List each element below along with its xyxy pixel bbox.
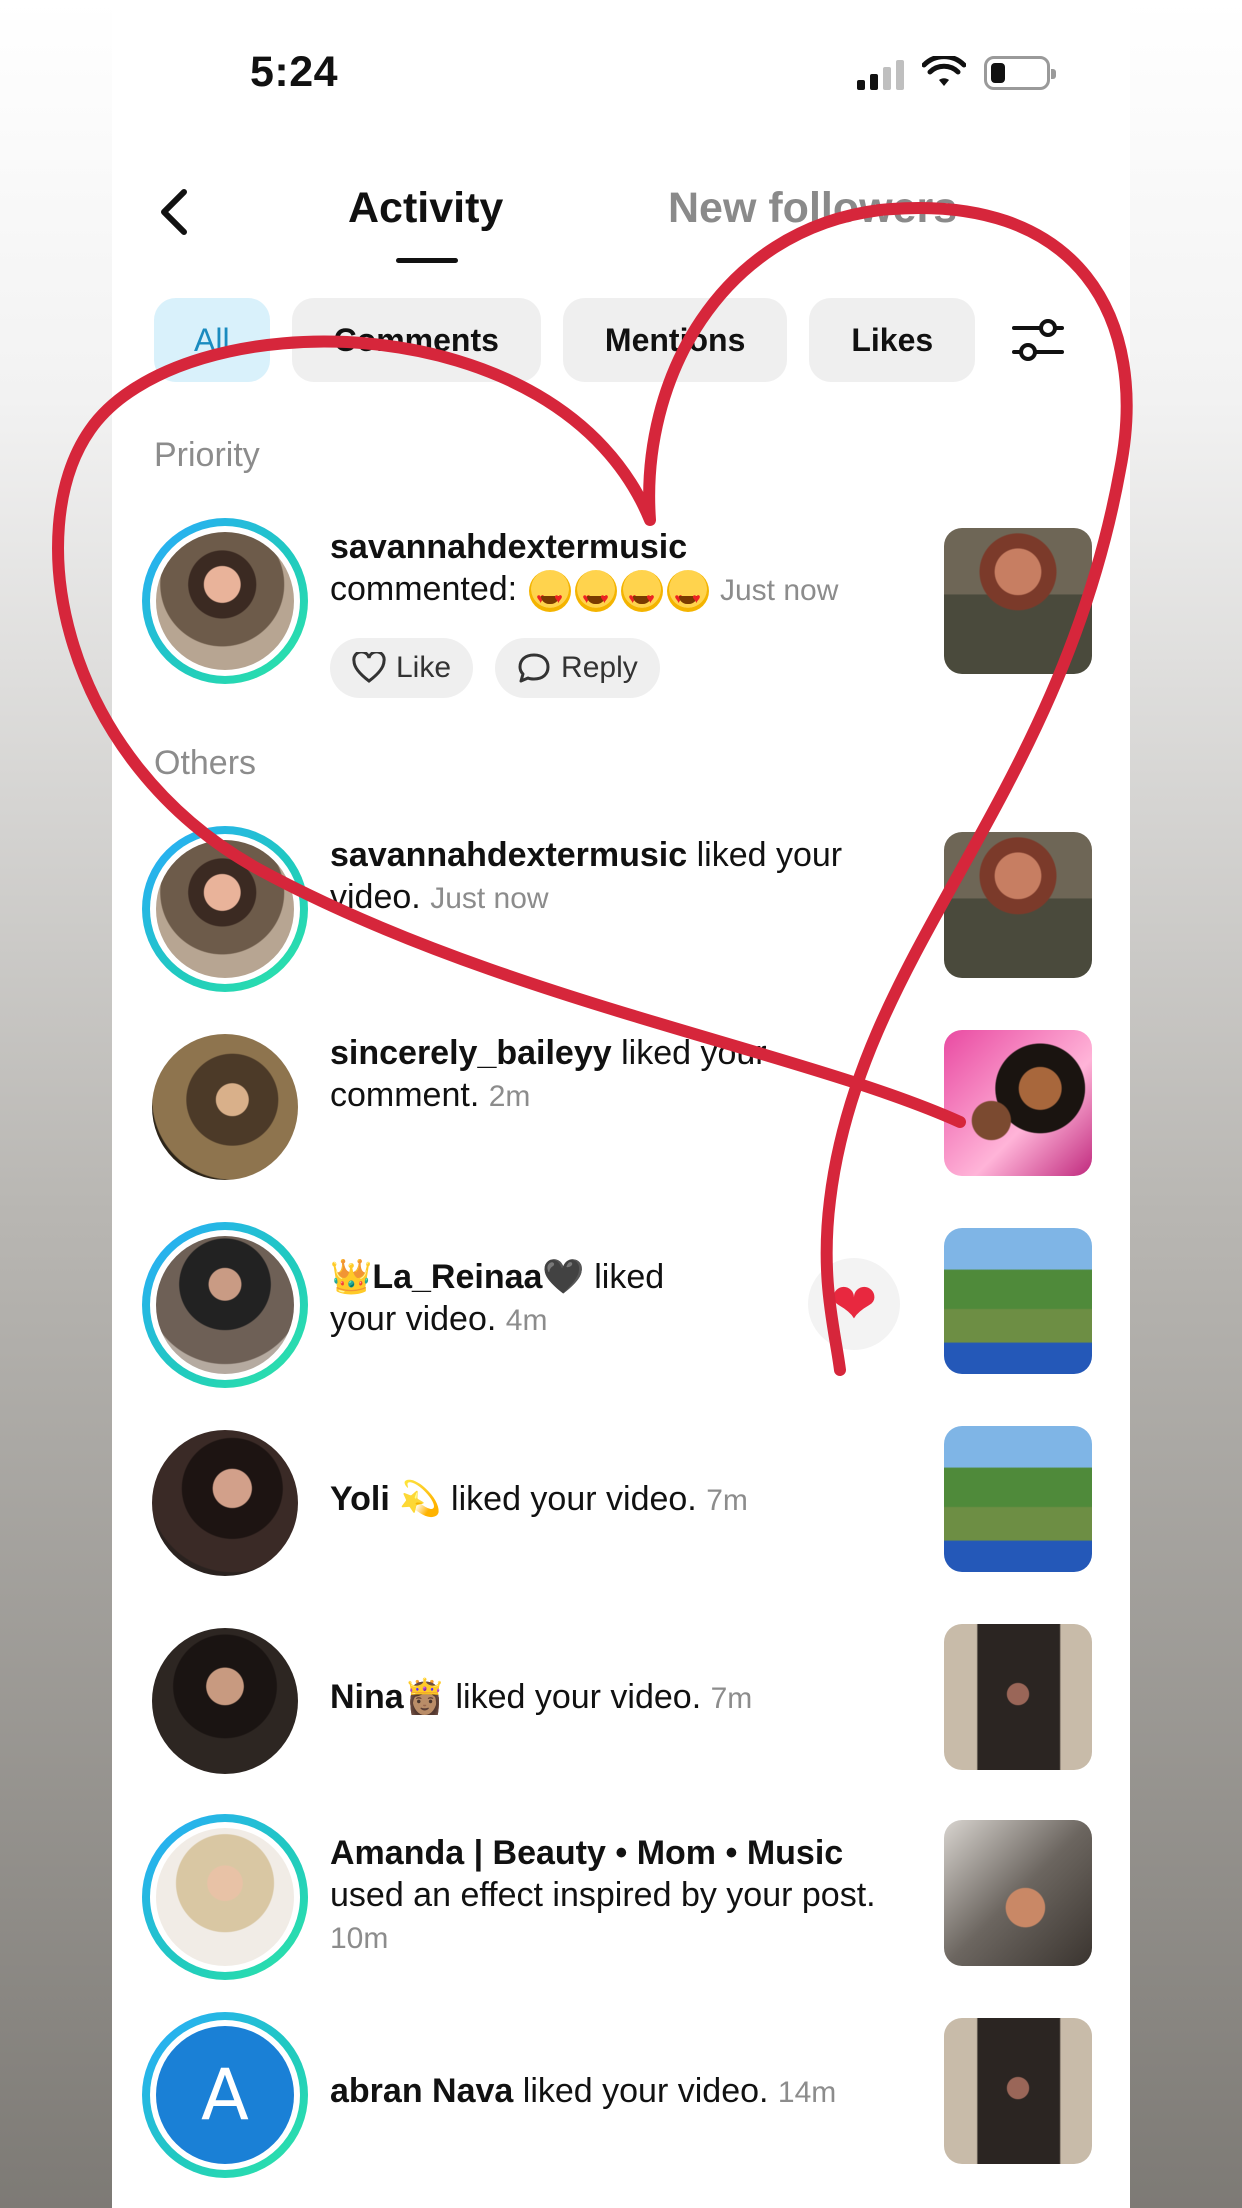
avatar-story-ring[interactable] — [142, 518, 308, 684]
post-thumbnail[interactable] — [944, 1426, 1092, 1572]
timestamp: Just now — [720, 574, 839, 607]
avatar-story-ring[interactable] — [142, 1814, 308, 1980]
username[interactable]: abran Nava — [330, 2072, 513, 2110]
like-label: Like — [396, 651, 452, 684]
wifi-icon — [922, 56, 966, 86]
avatar[interactable] — [152, 1034, 298, 1180]
avatar — [156, 532, 294, 670]
timestamp: 7m — [710, 1682, 753, 1715]
heart-eyes-emoji-icon — [528, 570, 571, 619]
action-text: liked your video. — [441, 1480, 697, 1518]
post-thumbnail[interactable] — [944, 2018, 1092, 2164]
timestamp: 4m — [505, 1304, 548, 1337]
timestamp: 7m — [706, 1484, 748, 1517]
reply-button[interactable]: Reply — [495, 638, 660, 698]
avatar-letter: A — [156, 2026, 294, 2164]
notification-text: 👑La_Reinaa🖤 liked your video. 4m — [330, 1256, 730, 1342]
username[interactable]: sincerely_baileyy — [330, 1034, 612, 1072]
username[interactable]: Nina👸🏽 — [330, 1678, 446, 1716]
post-thumbnail[interactable] — [944, 1228, 1092, 1374]
heart-outline-icon — [352, 652, 386, 683]
section-others: Others — [154, 744, 257, 782]
activity-header: Activity New followers — [112, 160, 1130, 280]
chip-mentions[interactable]: Mentions — [562, 298, 788, 382]
post-thumbnail[interactable] — [944, 1030, 1092, 1176]
speech-bubble-icon — [518, 653, 550, 683]
notification-text: Nina👸🏽 liked your video. 7m — [330, 1676, 890, 1720]
notification-row[interactable]: 👑La_Reinaa🖤 liked your video. 4m — [112, 1222, 1130, 1392]
notification-text: Yoli 💫 liked your video. 7m — [330, 1478, 890, 1522]
tab-activity-indicator — [396, 258, 458, 263]
liked-heart-icon[interactable]: ❤ — [808, 1258, 900, 1350]
comment-actions: Like Reply — [330, 638, 660, 698]
avatar[interactable] — [152, 1430, 298, 1576]
tab-new-followers[interactable]: New followers — [668, 184, 957, 233]
notification-row[interactable]: A abran Nava liked your video. 14m — [112, 2012, 1130, 2182]
timestamp: 2m — [488, 1080, 531, 1113]
status-icons — [857, 56, 1056, 90]
section-priority: Priority — [154, 436, 260, 474]
chip-comments[interactable]: Comments — [291, 298, 541, 382]
username[interactable]: 👑La_Reinaa🖤 — [330, 1258, 585, 1296]
post-thumbnail[interactable] — [944, 1820, 1092, 1966]
comment-action: commented: — [330, 570, 518, 608]
avatar[interactable] — [152, 1628, 298, 1774]
notification-text: sincerely_baileyy liked your comment. 2m — [330, 1032, 850, 1118]
post-thumbnail[interactable] — [944, 528, 1092, 674]
chip-all[interactable]: All — [154, 298, 270, 382]
action-text: used an effect inspired by your post. — [330, 1876, 876, 1914]
status-bar: 5:24 — [112, 0, 1130, 130]
avatar-story-ring[interactable] — [142, 826, 308, 992]
action-text: liked your video. — [513, 2072, 769, 2110]
cellular-signal-icon — [857, 56, 904, 90]
username[interactable]: savannahdextermusic — [330, 528, 687, 566]
avatar — [156, 1236, 294, 1374]
reply-label: Reply — [561, 651, 638, 684]
avatar — [156, 840, 294, 978]
username[interactable]: savannahdextermusic — [330, 836, 687, 874]
like-button[interactable]: Like — [330, 638, 474, 698]
notification-row[interactable]: Yoli 💫 liked your video. 7m — [112, 1420, 1130, 1590]
heart-eyes-emoji-icon — [666, 570, 709, 619]
notification-row[interactable]: savannahdextermusic liked your video. Ju… — [112, 826, 1130, 996]
activity-screen: 5:24 Activity New followers All Comments… — [112, 0, 1130, 2208]
status-time: 5:24 — [250, 48, 339, 96]
post-thumbnail[interactable] — [944, 832, 1092, 978]
timestamp: 14m — [777, 2076, 837, 2109]
filter-settings-icon[interactable] — [1008, 310, 1068, 370]
username[interactable]: Amanda | Beauty • Mom • Music — [330, 1834, 843, 1872]
notification-row[interactable]: sincerely_baileyy liked your comment. 2m — [112, 1024, 1130, 1194]
avatar-story-ring[interactable]: A — [142, 2012, 308, 2178]
timestamp: Just now — [430, 882, 549, 915]
action-text: liked your video. — [446, 1678, 702, 1716]
heart-eyes-emoji-icon — [574, 570, 617, 619]
timestamp: 10m — [330, 1922, 389, 1955]
notification-text: savannahdextermusic liked your video. Ju… — [330, 834, 890, 920]
notification-text: abran Nava liked your video. 14m — [330, 2070, 910, 2114]
notification-row[interactable]: Amanda | Beauty • Mom • Music used an ef… — [112, 1814, 1130, 1984]
battery-icon — [984, 56, 1056, 90]
filter-chips: All Comments Mentions Likes — [154, 298, 976, 382]
heart-eyes-emoji-icon — [620, 570, 663, 619]
notification-row[interactable]: Nina👸🏽 liked your video. 7m — [112, 1618, 1130, 1788]
avatar — [156, 1828, 294, 1966]
avatar-story-ring[interactable] — [142, 1222, 308, 1388]
back-chevron-icon[interactable] — [150, 182, 200, 242]
chip-likes[interactable]: Likes — [809, 298, 976, 382]
post-thumbnail[interactable] — [944, 1624, 1092, 1770]
username[interactable]: Yoli 💫 — [330, 1480, 442, 1518]
priority-notification[interactable]: savannahdextermusic commented: Just now … — [112, 518, 1130, 718]
notification-text: savannahdextermusic commented: Just now — [330, 526, 890, 619]
tab-activity[interactable]: Activity — [348, 184, 503, 233]
notification-text: Amanda | Beauty • Mom • Music used an ef… — [330, 1832, 910, 1960]
